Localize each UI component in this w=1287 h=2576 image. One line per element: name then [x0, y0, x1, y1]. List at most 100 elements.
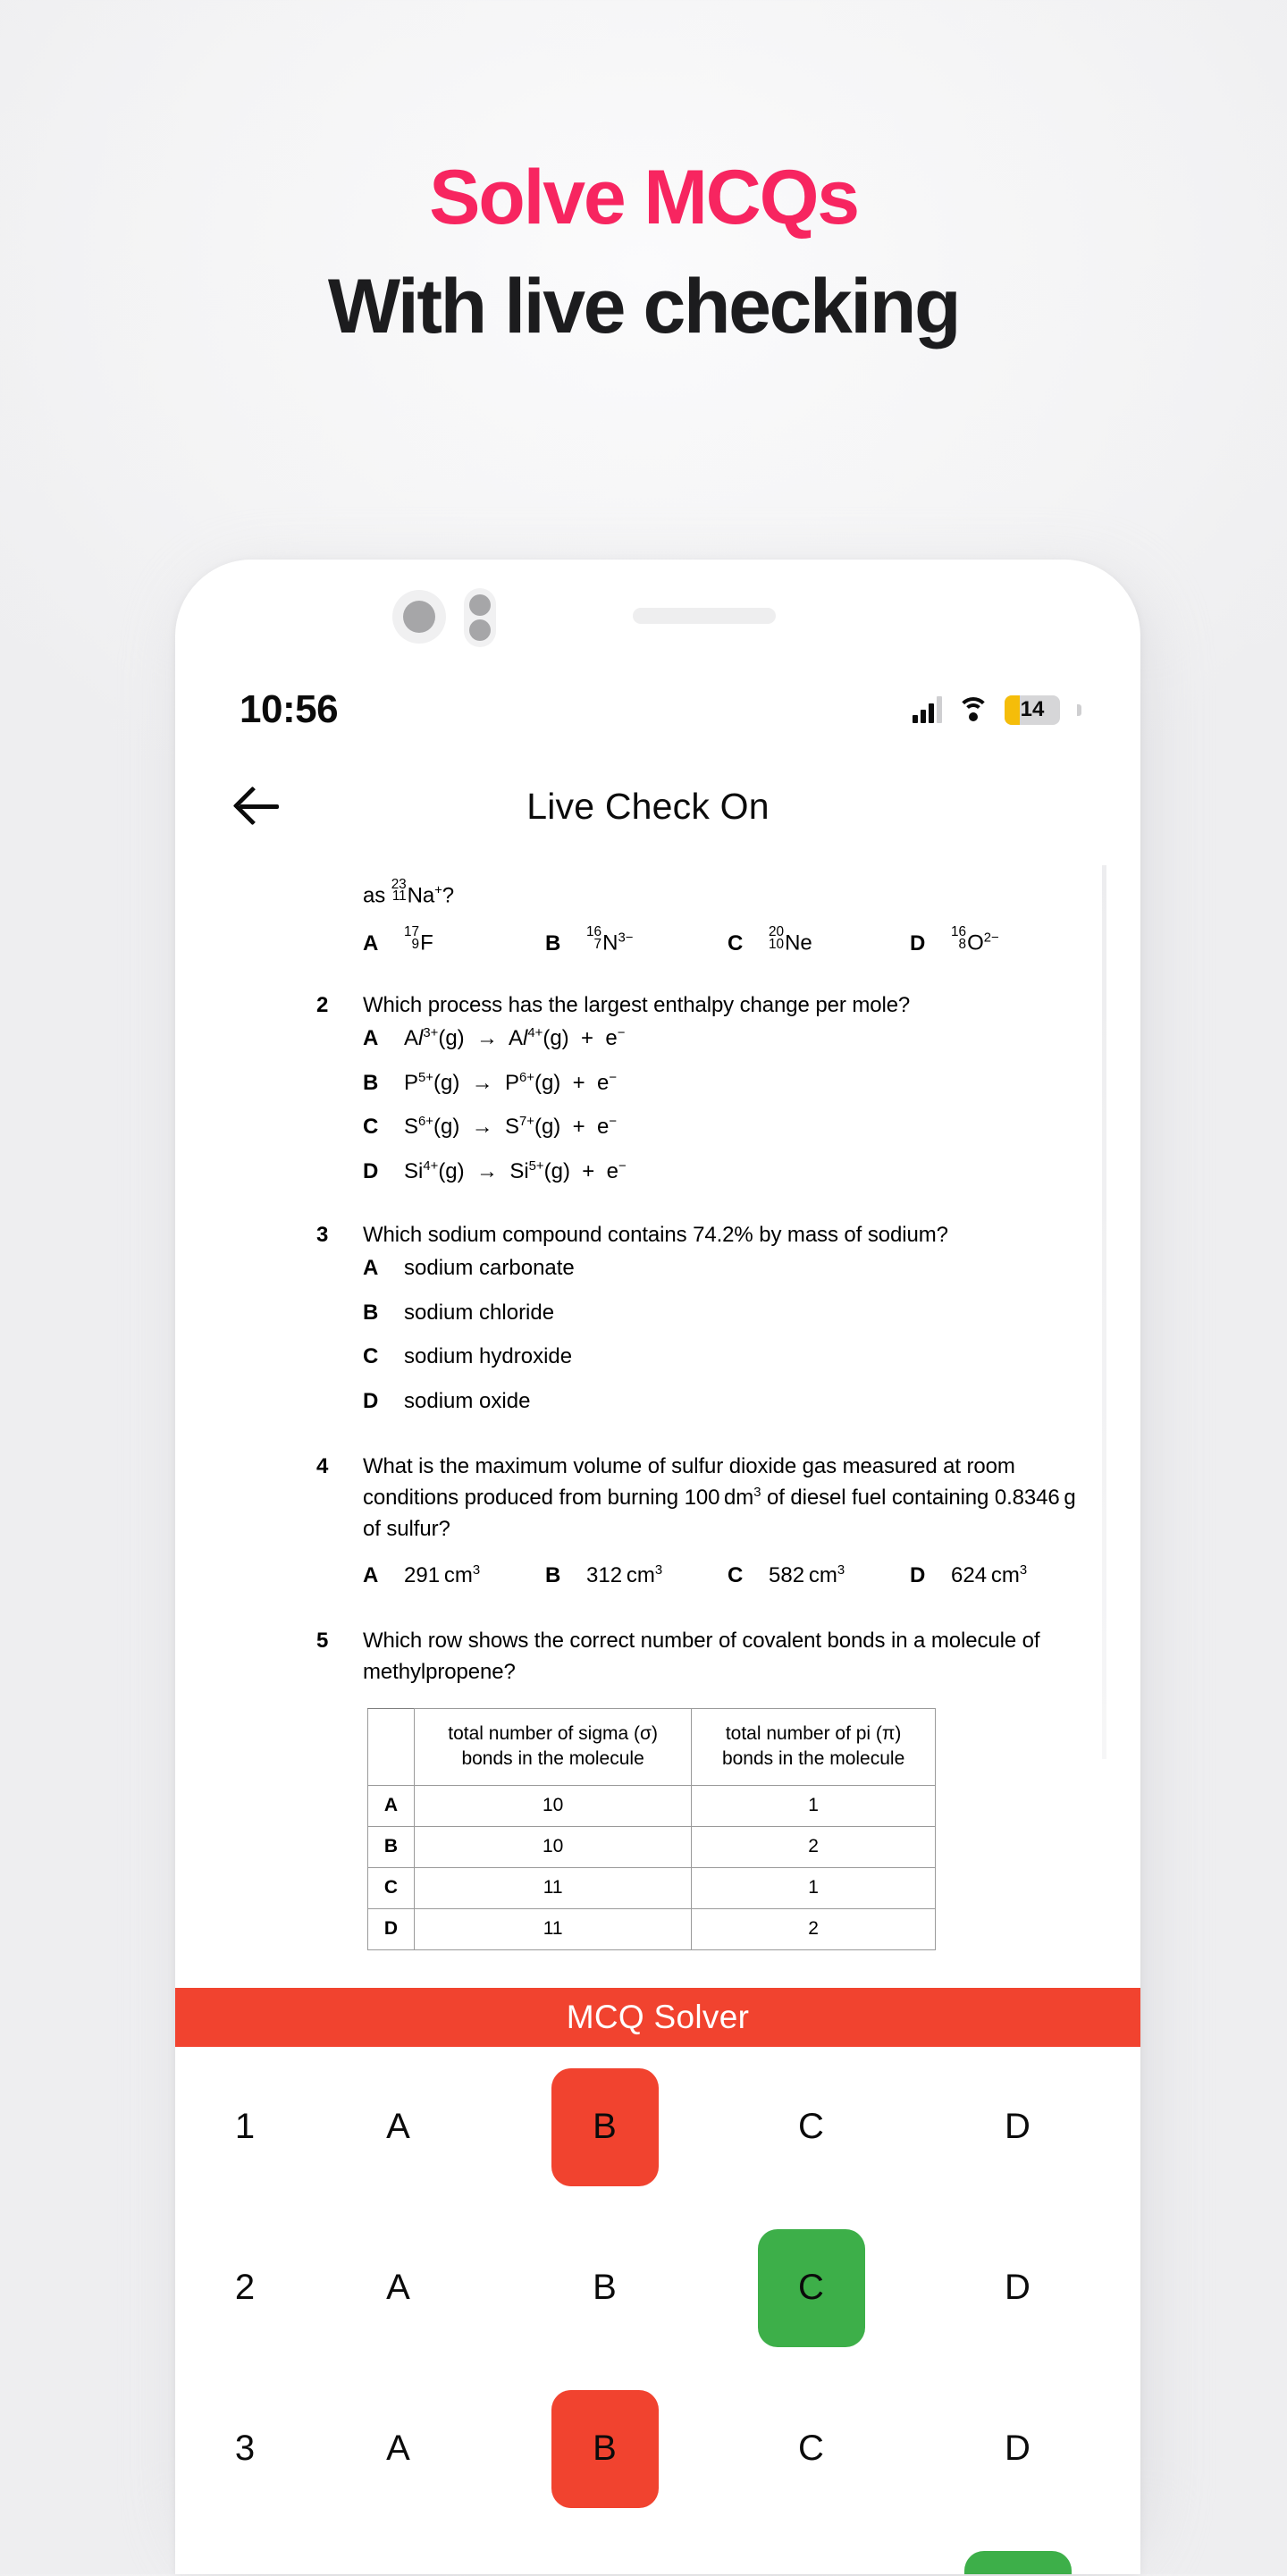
answer-cell-d: D — [914, 2068, 1121, 2186]
option-letter: B — [545, 930, 561, 955]
question-2-stem: Which process has the largest enthalpy c… — [363, 993, 911, 1018]
option-letter: C — [728, 930, 744, 955]
option-value: sodium carbonate — [404, 1256, 575, 1281]
option-value: sodium oxide — [404, 1388, 531, 1413]
answer-option-d[interactable]: D — [963, 2550, 1072, 2574]
header-sigma-line2: bonds in the molecule — [461, 1748, 644, 1770]
answer-option-b[interactable]: B — [551, 2389, 659, 2508]
option-value: Al3+(g) → Al4+(g) + e− — [404, 1025, 626, 1050]
answer-option-a[interactable]: A — [345, 2551, 452, 2574]
option-value: Si4+(g) → Si5+(g) + e− — [404, 1158, 627, 1183]
option-value: 17 9 F — [404, 924, 433, 955]
mcq-solver-header: MCQ Solver — [175, 1987, 1140, 2047]
option-letter: C — [728, 1562, 744, 1587]
option-a[interactable]: A Al3+(g) → Al4+(g) + e− — [363, 1023, 1087, 1054]
option-value: sodium chloride — [404, 1300, 555, 1325]
answer-row-2: 2 A B C D — [175, 2208, 1140, 2369]
option-letter: A — [363, 1025, 379, 1050]
option-letter: A — [363, 1562, 379, 1587]
answer-option-c[interactable]: C — [758, 2068, 865, 2186]
question-1: as 23 11 Na+? A 17 9 F B 16 7 N3− C 20 1… — [363, 878, 1087, 958]
cell-pi: 1 — [691, 1784, 936, 1827]
option-c[interactable]: C 20 10 Ne — [728, 925, 910, 958]
option-b[interactable]: B 312 cm3 — [545, 1561, 728, 1591]
answer-option-c[interactable]: C — [757, 2228, 865, 2347]
question-3-number: 3 — [316, 1223, 329, 1248]
answer-option-b[interactable]: B — [551, 2229, 659, 2347]
option-letter: D — [363, 1388, 379, 1413]
answer-option-d[interactable]: D — [964, 2229, 1072, 2347]
question-4: 4 What is the maximum volume of sulfur d… — [316, 1452, 1087, 1591]
answer-option-d[interactable]: D — [964, 2390, 1072, 2508]
question-2-number: 2 — [316, 993, 329, 1018]
answer-cell-d: D — [914, 2229, 1121, 2347]
paper-scrollbar[interactable] — [1102, 865, 1106, 1759]
option-letter: D — [363, 1158, 379, 1183]
option-letter: B — [363, 1300, 379, 1325]
option-a[interactable]: A 291 cm3 — [363, 1561, 545, 1591]
answer-option-a[interactable]: A — [345, 2229, 452, 2347]
answer-option-a[interactable]: A — [345, 2390, 452, 2508]
option-d[interactable]: D 624 cm3 — [910, 1561, 1092, 1591]
answer-row-index: 2 — [234, 2268, 256, 2308]
back-arrow-icon[interactable] — [234, 781, 284, 831]
answer-cell-a: A — [295, 2068, 501, 2186]
option-c[interactable]: C sodium hydroxide — [363, 1342, 1087, 1372]
option-value: 16 7 N3− — [586, 924, 634, 955]
answer-option-c[interactable]: C — [758, 2390, 865, 2508]
cell-sigma: 11 — [413, 1907, 693, 1950]
option-letter: A — [363, 930, 379, 955]
option-letter: B — [363, 1070, 379, 1095]
row-label: C — [367, 1866, 415, 1909]
table-row[interactable]: D 11 2 — [367, 1907, 936, 1950]
option-letter: C — [363, 1115, 379, 1140]
front-camera-icon — [392, 590, 446, 644]
option-c[interactable]: C S6+(g) → S7+(g) + e− — [363, 1112, 1087, 1142]
answer-option-a[interactable]: A — [345, 2068, 452, 2186]
row-label: A — [367, 1784, 415, 1827]
sensor-pill-icon — [464, 588, 496, 647]
question-1-options: A 17 9 F B 16 7 N3− C 20 10 Ne D 16 8 O2… — [363, 924, 1092, 958]
answer-cell-b: B — [501, 2551, 708, 2574]
headline-line-1: Solve MCQs — [429, 155, 860, 240]
answer-option-b[interactable]: B — [551, 2551, 659, 2574]
option-a[interactable]: A 17 9 F — [363, 924, 545, 958]
table-header-sigma: total number of sigma (σ) bonds in the m… — [413, 1708, 693, 1786]
answer-row-4: 4 A B C D — [175, 2530, 1140, 2574]
answer-cell-d: D — [914, 2550, 1121, 2574]
header-pi-line2: bonds in the molecule — [721, 1748, 905, 1770]
option-b[interactable]: B P5+(g) → P6+(g) + e− — [363, 1068, 1087, 1099]
option-a[interactable]: A sodium carbonate — [363, 1253, 1087, 1284]
answer-option-b[interactable]: B — [551, 2067, 659, 2186]
table-corner-cell — [367, 1708, 415, 1786]
option-d[interactable]: D sodium oxide — [363, 1386, 1087, 1417]
answer-option-d[interactable]: D — [964, 2068, 1072, 2186]
answer-cell-b: B — [501, 2229, 708, 2347]
question-paper: as 23 11 Na+? A 17 9 F B 16 7 N3− C 20 1… — [175, 856, 1140, 1950]
question-3-options: A sodium carbonate B sodium chloride C s… — [363, 1253, 1087, 1416]
answer-cell-d: D — [914, 2390, 1121, 2508]
option-b[interactable]: B sodium chloride — [363, 1298, 1087, 1328]
signal-bars-icon — [913, 696, 942, 723]
option-value: 312 cm3 — [586, 1562, 663, 1587]
header-pi-line1: total number of pi (π) — [725, 1723, 902, 1745]
app-bar-title: Live Check On — [526, 785, 770, 827]
option-letter: A — [363, 1256, 379, 1281]
option-c[interactable]: C 582 cm3 — [728, 1561, 910, 1591]
headline-line-2: With live checking — [327, 264, 962, 349]
battery-fill — [1005, 695, 1020, 725]
answer-cell-c: C — [708, 2390, 914, 2508]
answer-row-3: 3 A B C D — [175, 2369, 1140, 2530]
table-row[interactable]: C 11 1 — [367, 1866, 936, 1909]
option-d[interactable]: D 16 8 O2− — [910, 925, 1092, 958]
app-bar: Live Check On — [175, 756, 1140, 856]
cell-pi: 2 — [691, 1907, 936, 1950]
table-row[interactable]: A 10 1 — [367, 1784, 936, 1827]
table-row[interactable]: B 10 2 — [367, 1825, 936, 1868]
answer-cell-c: C — [708, 2068, 914, 2186]
cell-pi: 1 — [691, 1866, 936, 1909]
battery-icon: 14 — [1005, 695, 1060, 725]
option-b[interactable]: B 16 7 N3− — [545, 924, 728, 958]
option-d[interactable]: D Si4+(g) → Si5+(g) + e− — [363, 1157, 1087, 1187]
answer-option-c[interactable]: C — [758, 2551, 865, 2574]
